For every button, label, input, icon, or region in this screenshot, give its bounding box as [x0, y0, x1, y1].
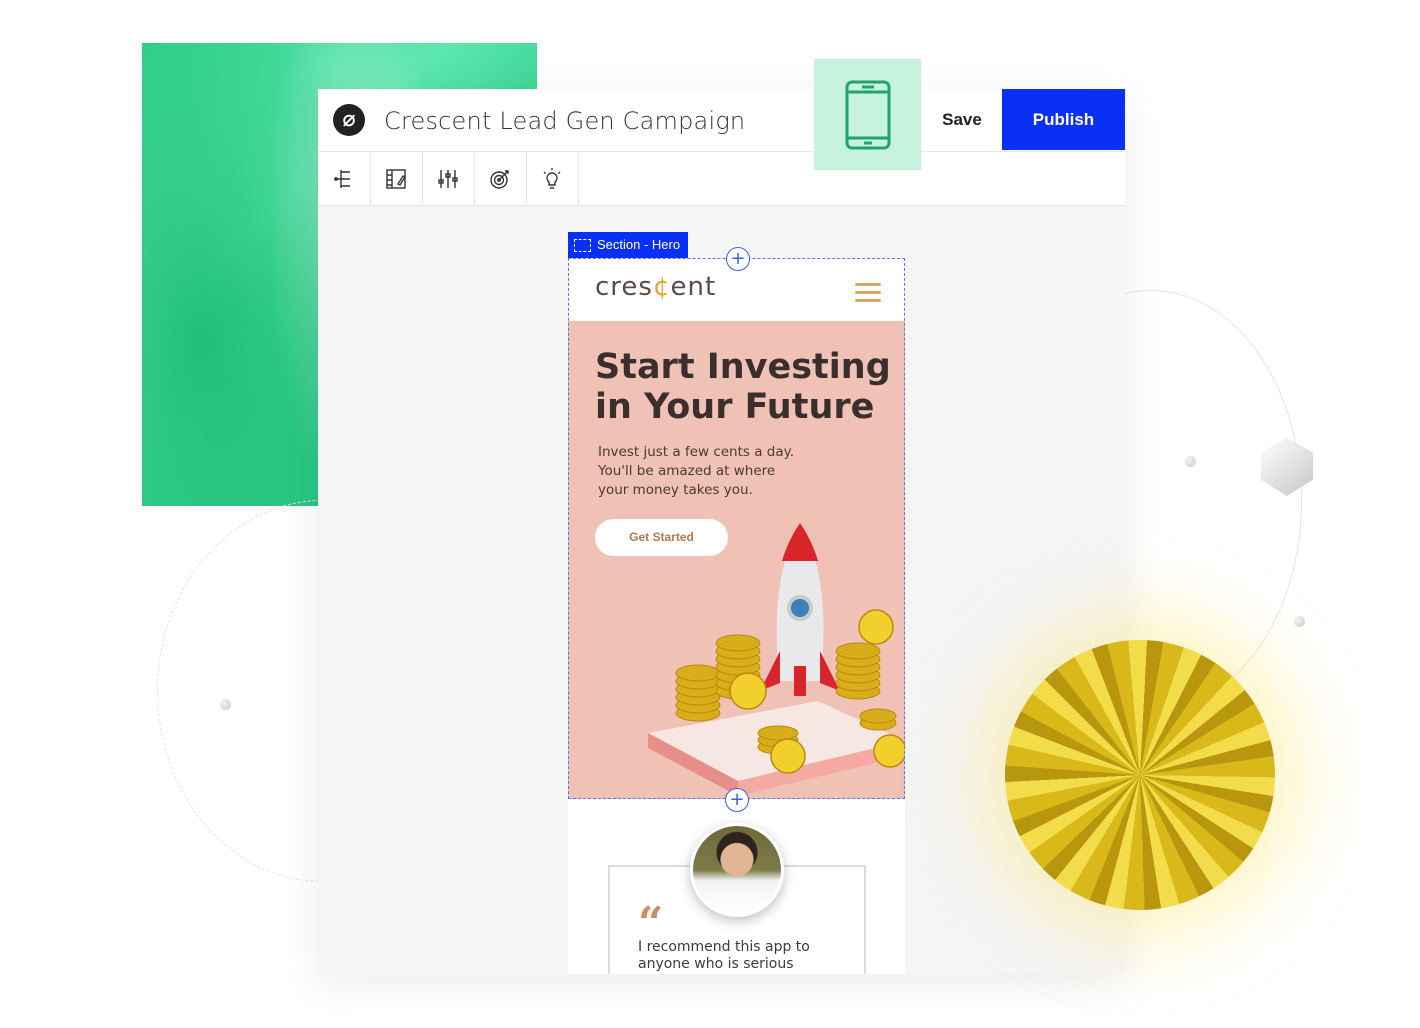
editor-titlebar: ⌀ Crescent Lead Gen Campaign Save Publis… [318, 89, 1125, 152]
section-label-text: Section - Hero [597, 237, 681, 252]
hero-section[interactable]: Start Investing in Your Future Invest ju… [568, 321, 905, 799]
add-section-below-button[interactable]: + [725, 788, 749, 812]
rocket-and-coins-image [648, 523, 905, 796]
brand-prefix: cres [595, 272, 653, 302]
lightbulb-icon [543, 167, 561, 189]
crescent-logo: cres¢ent [595, 272, 716, 302]
section-hero-label[interactable]: Section - Hero [568, 232, 689, 258]
publish-button[interactable]: Publish [1002, 89, 1125, 150]
target-icon [490, 169, 509, 189]
mobile-preview-canvas: cres¢ent Start Investing in Your Future … [568, 259, 905, 974]
editor-window: ⌀ Crescent Lead Gen Campaign Save Publis… [318, 89, 1125, 974]
testimonial-text: I recommend this app to anyone who is se… [638, 939, 810, 972]
hero-title: Start Investing in Your Future [595, 347, 891, 427]
testimonial-avatar [690, 823, 784, 917]
mobile-view-toggle[interactable] [814, 59, 921, 170]
orbit-dot [1294, 616, 1305, 627]
gold-sphere-image [1005, 640, 1275, 910]
style-guide-tool-button[interactable] [370, 152, 423, 205]
save-button[interactable]: Save [922, 89, 1002, 151]
ideas-tool-button[interactable] [526, 152, 579, 205]
sitemap-icon [334, 169, 350, 188]
orbit-dot [1185, 456, 1196, 467]
style-guide-icon [386, 168, 407, 189]
settings-tool-button[interactable] [422, 152, 475, 205]
hamburger-menu-icon[interactable] [855, 283, 881, 307]
goals-tool-button[interactable] [474, 152, 527, 205]
editor-toolbar [318, 152, 1125, 206]
brand-suffix: ent [670, 272, 717, 302]
sliders-icon [438, 169, 458, 188]
add-section-above-button[interactable]: + [726, 247, 750, 271]
brand-accent: ¢ [652, 272, 671, 302]
page-sections-tool-button[interactable] [318, 152, 371, 205]
orbit-dot [220, 699, 231, 710]
section-icon [574, 238, 591, 252]
mobile-phone-icon [845, 80, 890, 149]
unbounce-logo-icon: ⌀ [333, 104, 365, 136]
page-title: Crescent Lead Gen Campaign [384, 107, 746, 135]
